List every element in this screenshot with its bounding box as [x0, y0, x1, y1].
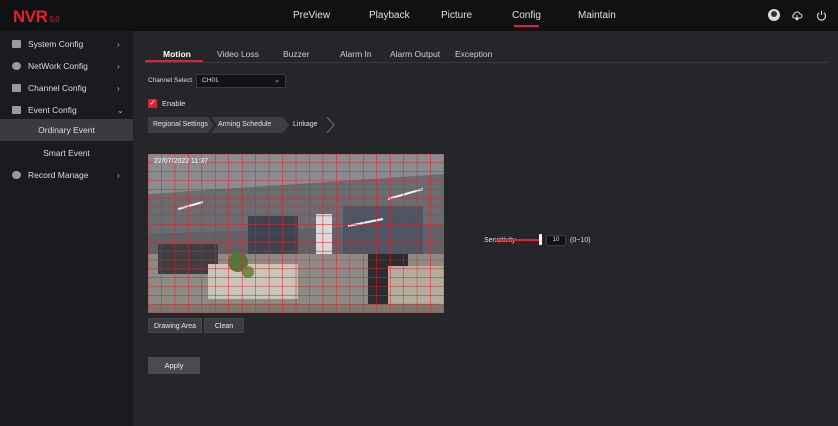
sidebar-item-channel-config[interactable]: Channel Config › — [0, 77, 133, 99]
nav-maintain[interactable]: Maintain — [578, 10, 616, 21]
step-arming-schedule[interactable]: Arming Schedule — [211, 117, 289, 133]
logo-version: 6.0 — [49, 15, 60, 24]
tab-buzzer[interactable]: Buzzer — [283, 49, 309, 59]
drawing-area-button[interactable]: Drawing Area — [148, 318, 202, 333]
nav-preview[interactable]: PreView — [293, 10, 330, 21]
tab-motion[interactable]: Motion — [163, 49, 191, 59]
step-linkage[interactable]: Linkage — [286, 117, 338, 133]
sensitivity-slider-handle[interactable] — [539, 234, 542, 245]
sidebar-item-system-config[interactable]: System Config › — [0, 33, 133, 55]
tabs-divider — [145, 62, 828, 63]
sidebar-subitem-smart-event[interactable]: Smart Event — [0, 142, 133, 164]
nav-config[interactable]: Config — [512, 10, 541, 27]
sidebar-item-label: NetWork Config — [28, 61, 88, 71]
enable-checkbox[interactable]: ✓ — [148, 99, 157, 108]
enable-label: Enable — [162, 99, 186, 108]
sidebar-item-label: Record Manage — [28, 170, 89, 180]
sensitivity-range: (0~10) — [570, 237, 591, 244]
motion-detection-grid[interactable] — [148, 154, 444, 313]
user-icon[interactable] — [768, 9, 780, 21]
chevron-right-icon: › — [117, 170, 120, 180]
event-icon — [12, 106, 21, 114]
apply-button[interactable]: Apply — [148, 357, 200, 374]
nav-playback[interactable]: Playback — [369, 10, 410, 21]
channel-select-value: CH01 — [202, 77, 219, 84]
tab-exception[interactable]: Exception — [455, 49, 492, 59]
sidebar-item-label: Event Config — [28, 105, 77, 115]
sidebar-item-network-config[interactable]: NetWork Config › — [0, 55, 133, 77]
record-icon — [12, 171, 21, 179]
step-linkage-label: Linkage — [293, 121, 318, 128]
nav-picture[interactable]: Picture — [441, 10, 472, 21]
system-config-icon — [12, 40, 21, 48]
sidebar-item-label: System Config — [28, 39, 84, 49]
camera-preview[interactable]: 22/07/2022 11:37 — [148, 154, 444, 313]
sidebar-item-label: Channel Config — [28, 83, 87, 93]
sidebar: System Config › NetWork Config › Channel… — [0, 31, 133, 426]
top-icons — [768, 8, 828, 22]
tab-alarm-output[interactable]: Alarm Output — [390, 49, 440, 59]
chevron-right-icon: › — [117, 83, 120, 93]
clean-button[interactable]: Clean — [204, 318, 244, 333]
video-timestamp: 22/07/2022 11:37 — [154, 158, 208, 165]
chevron-right-icon: › — [117, 39, 120, 49]
step-regional-settings[interactable]: Regional Settings — [148, 117, 214, 133]
chevron-down-icon: ⌄ — [274, 77, 280, 84]
sidebar-subitem-ordinary-event[interactable]: Ordinary Event — [0, 119, 133, 141]
tab-alarm-in[interactable]: Alarm In — [340, 49, 372, 59]
camera-icon — [12, 84, 21, 92]
channel-select-label: Channel Select — [148, 77, 193, 84]
sensitivity-slider-track[interactable] — [495, 239, 539, 241]
sidebar-item-event-config[interactable]: Event Config ⌄ — [0, 99, 133, 121]
sensitivity-value-input[interactable]: 10 — [546, 235, 566, 246]
main-panel: Motion Video Loss Buzzer Alarm In Alarm … — [133, 31, 838, 426]
channel-select[interactable]: CH01 ⌄ — [196, 74, 286, 88]
network-icon — [12, 62, 21, 70]
cloud-icon[interactable] — [790, 8, 804, 22]
chevron-down-icon: ⌄ — [117, 105, 124, 115]
power-icon[interactable] — [814, 8, 828, 22]
top-bar: NVR 6.0 PreView Playback Picture Config M… — [0, 0, 838, 31]
logo-text: NVR — [13, 7, 48, 26]
tab-video-loss[interactable]: Video Loss — [217, 49, 259, 59]
chevron-right-icon: › — [117, 61, 120, 71]
sidebar-item-record-manage[interactable]: Record Manage › — [0, 164, 133, 186]
nvr-logo: NVR 6.0 — [13, 7, 60, 27]
